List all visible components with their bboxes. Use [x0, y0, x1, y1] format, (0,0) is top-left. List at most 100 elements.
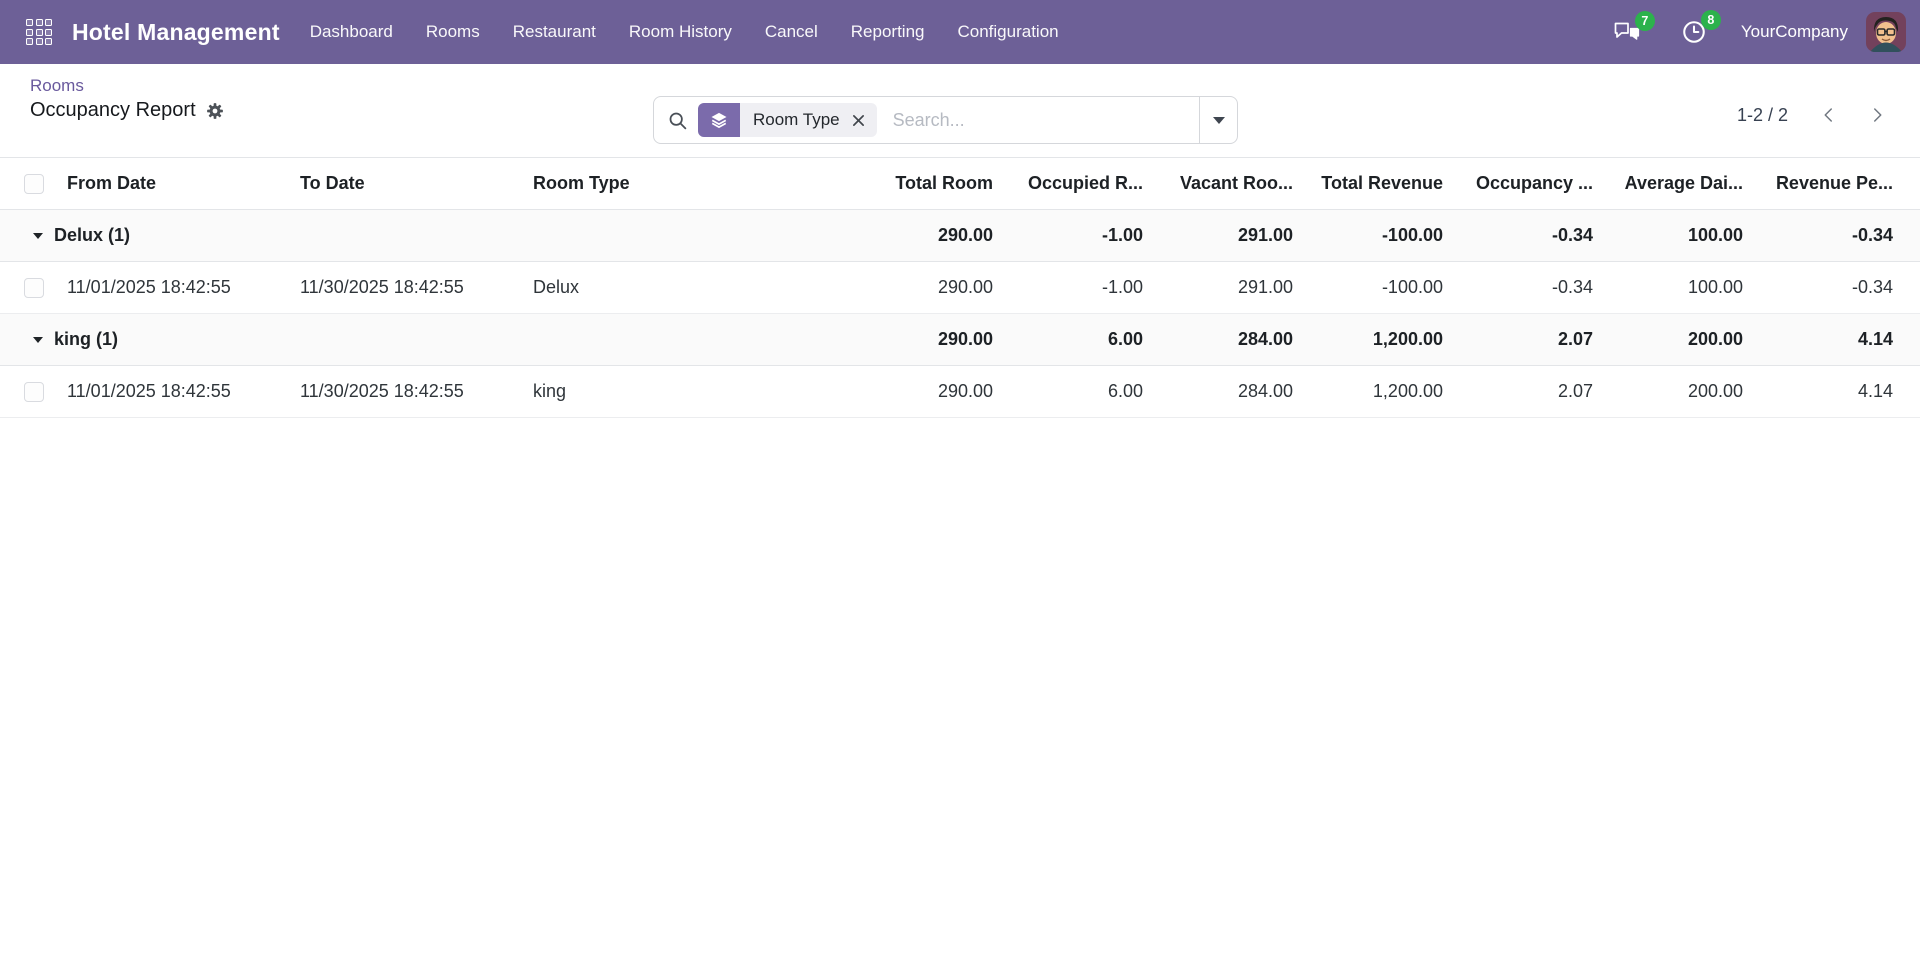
occupancy-report-table: From DateTo DateRoom TypeTotal RoomOccup… — [0, 157, 1920, 418]
group-label: Delux (1) — [54, 225, 130, 245]
apps-menu-button[interactable] — [16, 9, 62, 55]
row-checkbox[interactable] — [24, 382, 44, 402]
numeric-cell: 291.00 — [1151, 262, 1301, 314]
numeric-cell: -100.00 — [1301, 262, 1451, 314]
column-header-revenue-pe[interactable]: Revenue Pe... — [1751, 158, 1901, 210]
table-body: Delux (1)290.00-1.00291.00-100.00-0.3410… — [0, 210, 1920, 418]
activities-button[interactable]: 8 — [1681, 19, 1707, 45]
breadcrumb: Rooms Occupancy Report — [30, 76, 224, 122]
numeric-cell: 100.00 — [1601, 262, 1751, 314]
pager-range[interactable]: 1-2 / 2 — [1737, 105, 1788, 126]
breadcrumb-link-rooms[interactable]: Rooms — [30, 76, 224, 96]
menu-item-dashboard[interactable]: Dashboard — [310, 22, 393, 42]
column-header-vacant-roo[interactable]: Vacant Roo... — [1151, 158, 1301, 210]
table-row[interactable]: 11/01/2025 18:42:5511/30/2025 18:42:55ki… — [0, 366, 1920, 418]
numeric-cell: 200.00 — [1601, 366, 1751, 418]
navbar-right: 7 8 YourCompany — [1613, 12, 1906, 52]
numeric-cell: 290.00 — [851, 314, 1001, 366]
action-menu-button[interactable] — [206, 102, 224, 120]
numeric-cell: 290.00 — [851, 210, 1001, 262]
numeric-cell: -1.00 — [1001, 210, 1151, 262]
search-icon — [667, 110, 688, 131]
group-caret-down-icon — [33, 233, 43, 239]
select-all-checkbox[interactable] — [24, 174, 44, 194]
top-navbar: Hotel Management Dashboard Rooms Restauran… — [0, 0, 1920, 64]
numeric-cell: 291.00 — [1151, 210, 1301, 262]
table-header-row: From DateTo DateRoom TypeTotal RoomOccup… — [0, 158, 1920, 210]
facet-remove-button[interactable] — [852, 114, 877, 127]
menu-item-configuration[interactable]: Configuration — [958, 22, 1059, 42]
column-header-occupancy[interactable]: Occupancy ... — [1451, 158, 1601, 210]
menu-item-restaurant[interactable]: Restaurant — [513, 22, 596, 42]
search-bar: Room Type — [653, 96, 1238, 144]
numeric-cell: -1.00 — [1001, 262, 1151, 314]
apps-grid-icon — [26, 19, 52, 45]
search-dropdown-toggle[interactable] — [1199, 97, 1237, 143]
menu-item-room-history[interactable]: Room History — [629, 22, 732, 42]
column-header-occupied-r[interactable]: Occupied R... — [1001, 158, 1151, 210]
from-date-cell: 11/01/2025 18:42:55 — [55, 262, 288, 314]
column-header-room-type[interactable]: Room Type — [521, 158, 851, 210]
numeric-cell: -0.34 — [1751, 210, 1901, 262]
numeric-cell: 284.00 — [1151, 366, 1301, 418]
group-by-layers-icon — [698, 103, 740, 137]
column-header-total-room[interactable]: Total Room — [851, 158, 1001, 210]
select-all-cell — [0, 158, 55, 210]
numeric-cell: 4.14 — [1751, 366, 1901, 418]
app-title: Hotel Management — [72, 19, 280, 46]
app-menu: Dashboard Rooms Restaurant Room History Canc… — [310, 22, 1059, 42]
column-header-total-revenue[interactable]: Total Revenue — [1301, 158, 1451, 210]
room-type-cell: king — [521, 366, 851, 418]
search-input[interactable] — [877, 97, 1199, 143]
pager: 1-2 / 2 — [1737, 102, 1890, 128]
pager-next-button[interactable] — [1864, 102, 1890, 128]
numeric-cell: 4.14 — [1751, 314, 1901, 366]
row-checkbox[interactable] — [24, 278, 44, 298]
row-checkbox-cell — [0, 366, 55, 418]
row-checkbox-cell — [0, 262, 55, 314]
control-panel: Rooms Occupancy Report — [0, 64, 1920, 157]
menu-item-rooms[interactable]: Rooms — [426, 22, 480, 42]
numeric-cell: -0.34 — [1451, 262, 1601, 314]
group-label-cell: Delux (1) — [0, 210, 851, 262]
group-row[interactable]: king (1) 290.006.00284.001,200.002.07200.… — [0, 314, 1920, 366]
gear-icon — [206, 102, 224, 120]
chevron-down-icon — [1213, 117, 1225, 124]
numeric-cell: 6.00 — [1001, 314, 1151, 366]
to-date-cell: 11/30/2025 18:42:55 — [288, 262, 521, 314]
column-header-average-dai[interactable]: Average Dai... — [1601, 158, 1751, 210]
table-row[interactable]: 11/01/2025 18:42:5511/30/2025 18:42:55De… — [0, 262, 1920, 314]
numeric-cell: 290.00 — [851, 366, 1001, 418]
group-label-cell: king (1) — [0, 314, 851, 366]
menu-item-cancel[interactable]: Cancel — [765, 22, 818, 42]
numeric-cell: -0.34 — [1451, 210, 1601, 262]
pager-previous-button[interactable] — [1816, 102, 1842, 128]
menu-item-reporting[interactable]: Reporting — [851, 22, 925, 42]
messages-button[interactable]: 7 — [1613, 20, 1641, 44]
room-type-cell: Delux — [521, 262, 851, 314]
numeric-cell: -0.34 — [1751, 262, 1901, 314]
column-header-to-date[interactable]: To Date — [288, 158, 521, 210]
search-facet-room-type: Room Type — [698, 103, 877, 137]
numeric-cell: 1,200.00 — [1301, 366, 1451, 418]
company-name[interactable]: YourCompany — [1741, 22, 1848, 42]
chevron-right-icon — [1868, 106, 1886, 124]
avatar-image — [1866, 12, 1906, 52]
chevron-left-icon — [1820, 106, 1838, 124]
activities-badge: 8 — [1701, 10, 1721, 30]
to-date-cell: 11/30/2025 18:42:55 — [288, 366, 521, 418]
group-label: king (1) — [54, 329, 118, 349]
facet-label: Room Type — [740, 110, 852, 130]
group-row[interactable]: Delux (1)290.00-1.00291.00-100.00-0.3410… — [0, 210, 1920, 262]
page-title: Occupancy Report — [30, 99, 196, 122]
group-caret-down-icon — [33, 337, 43, 343]
numeric-cell: 200.00 — [1601, 314, 1751, 366]
user-avatar[interactable] — [1866, 12, 1906, 52]
numeric-cell: 2.07 — [1451, 314, 1601, 366]
numeric-cell: 284.00 — [1151, 314, 1301, 366]
column-header-from-date[interactable]: From Date — [55, 158, 288, 210]
numeric-cell: 2.07 — [1451, 366, 1601, 418]
numeric-cell: -100.00 — [1301, 210, 1451, 262]
numeric-cell: 1,200.00 — [1301, 314, 1451, 366]
messages-badge: 7 — [1635, 11, 1655, 31]
